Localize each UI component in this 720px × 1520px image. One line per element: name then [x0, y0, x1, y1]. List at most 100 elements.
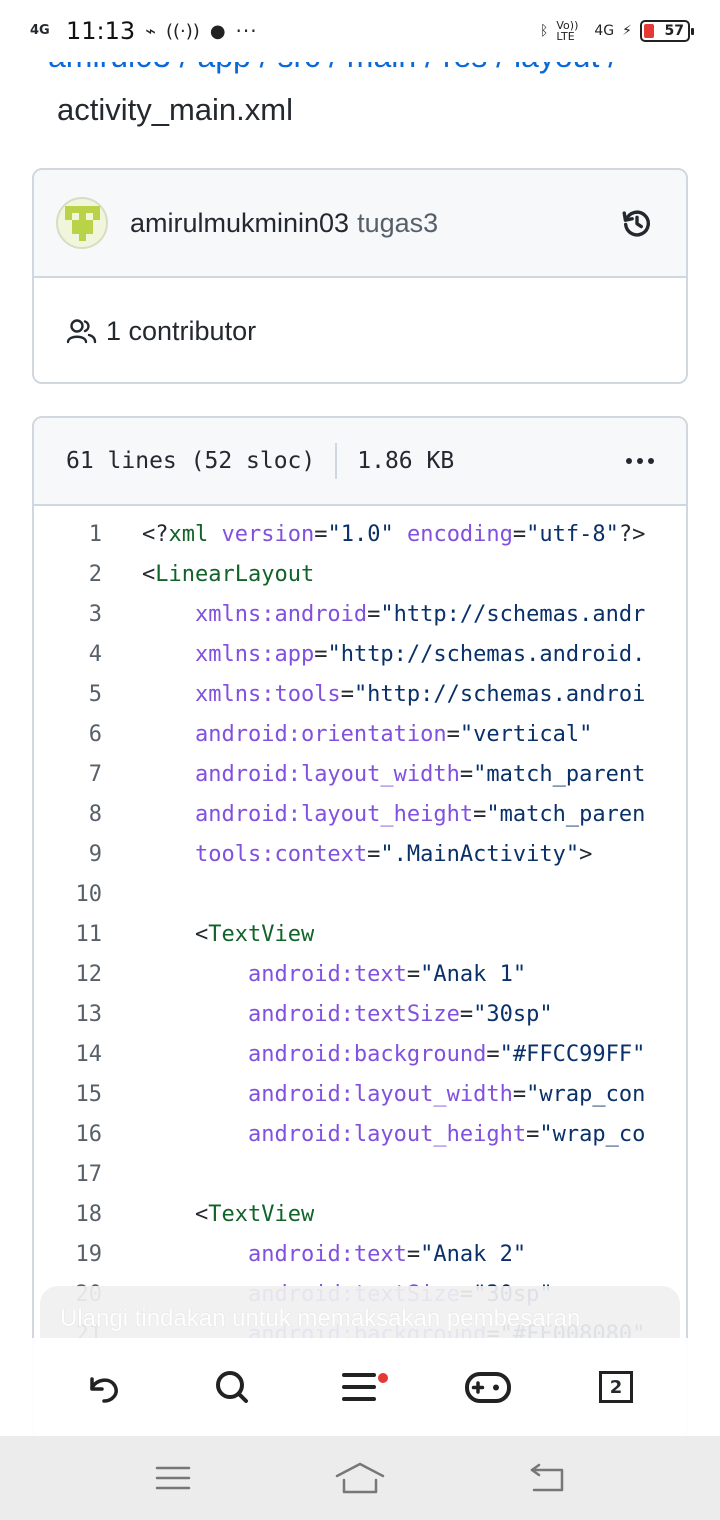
code-token: "match_paren	[486, 801, 646, 827]
code-token: android:orientation	[194, 721, 447, 747]
line-number[interactable]: 6	[34, 722, 102, 747]
code-text: android:background="#FFCC99FF"	[142, 1042, 645, 1067]
bluetooth-icon: ᛒ	[539, 23, 549, 39]
code-text: <?xml version="1.0" encoding="utf-8"?>	[142, 522, 645, 547]
line-number[interactable]: 5	[34, 682, 102, 707]
code-token: <	[142, 1201, 209, 1227]
file-name-title: activity_main.xml	[57, 92, 293, 127]
browser-back-button[interactable]	[74, 1357, 134, 1417]
code-line: 6 android:orientation="vertical"	[34, 714, 686, 754]
app-notification-icon: ●	[209, 20, 226, 42]
code-token: =	[406, 961, 421, 987]
line-number[interactable]: 17	[34, 1162, 103, 1187]
browser-menu-button[interactable]	[330, 1357, 390, 1417]
browser-search-button[interactable]	[202, 1357, 262, 1417]
home-icon	[335, 1462, 385, 1494]
code-line: 10	[34, 874, 686, 914]
code-token: xmlns:tools	[194, 681, 341, 707]
line-number[interactable]: 18	[34, 1202, 103, 1227]
latest-commit-row: amirulmukminin03 tugas3	[34, 170, 686, 278]
code-body: 1 <?xml version="1.0" encoding="utf-8"?> 2…	[34, 506, 686, 1354]
line-number[interactable]: 7	[34, 762, 102, 787]
avatar[interactable]	[56, 197, 108, 249]
browser-toolbar: 2	[0, 1338, 720, 1436]
code-text: xmlns:app="http://schemas.android.	[142, 642, 645, 667]
code-token: =	[486, 1041, 500, 1067]
line-number[interactable]: 13	[34, 1002, 103, 1027]
code-token: "#FFCC99FF"	[499, 1041, 646, 1067]
code-line: 14 android:background="#FFCC99FF"	[34, 1034, 686, 1074]
search-icon	[216, 1371, 248, 1403]
browser-tabs-button[interactable]: 2	[586, 1357, 646, 1417]
code-line: 5 xmlns:tools="http://schemas.androi	[34, 674, 686, 714]
network-signal-indicator: 4G	[30, 23, 50, 38]
line-number[interactable]: 10	[34, 882, 103, 907]
code-token: android:layout_width	[194, 761, 460, 787]
code-token: xmlns:android	[194, 601, 368, 627]
recents-button[interactable]	[143, 1448, 203, 1508]
line-number[interactable]: 15	[34, 1082, 103, 1107]
line-number[interactable]: 16	[34, 1122, 103, 1147]
more-options-icon[interactable]	[626, 458, 654, 464]
system-back-button[interactable]	[517, 1448, 577, 1508]
code-token: =	[340, 681, 354, 707]
history-icon[interactable]	[620, 206, 654, 240]
code-token: =	[314, 641, 328, 667]
code-token: "wrap_co	[539, 1121, 646, 1147]
network-type-right: 4G	[594, 23, 615, 39]
code-token: "utf-8"	[526, 521, 619, 547]
back-icon	[530, 1463, 563, 1492]
identicon	[64, 205, 100, 241]
code-line: 2 <LinearLayout	[34, 554, 686, 594]
code-token: =	[406, 1241, 421, 1267]
code-line: 8 android:layout_height="match_paren	[34, 794, 686, 834]
code-line: 9 tools:context=".MainActivity">	[34, 834, 686, 874]
commit-author-link[interactable]: amirulmukminin03	[130, 208, 349, 239]
line-number[interactable]: 1	[34, 522, 102, 547]
browser-game-button[interactable]	[458, 1357, 518, 1417]
code-token: =	[314, 521, 328, 547]
code-token: "30sp"	[473, 1001, 553, 1027]
line-number[interactable]: 4	[34, 642, 102, 667]
code-token: =	[512, 521, 527, 547]
code-token: android:text	[247, 1241, 407, 1267]
code-token: android:layout_height	[194, 801, 474, 827]
line-number[interactable]: 11	[34, 922, 103, 947]
code-token: ?>	[618, 521, 646, 547]
code-line: 4 xmlns:app="http://schemas.android.	[34, 634, 686, 674]
code-token: android:layout_width	[247, 1081, 513, 1107]
code-token: <	[142, 921, 209, 947]
code-token: xmlns:app	[194, 641, 315, 667]
home-button[interactable]	[330, 1448, 390, 1508]
code-token: version	[221, 521, 315, 547]
code-line: 19 android:text="Anak 2"	[34, 1234, 686, 1274]
line-number[interactable]: 19	[34, 1242, 103, 1267]
code-token: =	[367, 601, 381, 627]
contributors-row[interactable]: 1 contributor	[34, 278, 686, 382]
line-number[interactable]: 2	[34, 562, 102, 587]
code-token: >	[579, 841, 593, 867]
code-line: 15 android:layout_width="wrap_con	[34, 1074, 686, 1114]
code-token: "http://schemas.android.	[327, 641, 646, 667]
code-line: 17	[34, 1154, 686, 1194]
line-number[interactable]: 3	[34, 602, 102, 627]
line-count: 61 lines (52 sloc)	[66, 448, 316, 474]
code-text: android:orientation="vertical"	[142, 722, 592, 747]
line-number[interactable]: 9	[34, 842, 102, 867]
commit-message-link[interactable]: tugas3	[357, 208, 438, 239]
code-text: android:layout_width="wrap_con	[142, 1082, 645, 1107]
line-number[interactable]: 14	[34, 1042, 103, 1067]
line-number[interactable]: 8	[34, 802, 102, 827]
game-icon	[465, 1372, 511, 1403]
code-text: android:text="Anak 2"	[142, 1242, 526, 1267]
code-token: tools:context	[194, 841, 368, 867]
commit-box: amirulmukminin03 tugas3 1 contributor	[32, 168, 688, 384]
line-number[interactable]: 12	[34, 962, 103, 987]
